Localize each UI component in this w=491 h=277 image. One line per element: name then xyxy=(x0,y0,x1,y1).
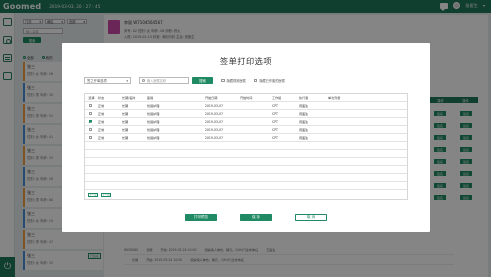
cell-group: CPT xyxy=(272,111,278,116)
pagination: 上一页 下一页 xyxy=(88,193,111,197)
next-page-button[interactable]: 下一页 xyxy=(101,193,111,197)
col-start-time: 开始时间 xyxy=(240,96,253,100)
orders-table: 选择 状态 长期/临时 医嘱 开始日期 开始时间 工作组 执行者 单次剂量 正常… xyxy=(84,93,408,200)
cell-order: 优级护理 xyxy=(147,128,160,132)
print-options-dialog: 签单打印选项 签之开单选项 ▾ 输入医嘱名称 搜索 隐藏规则医嘱 隐藏已作废的医… xyxy=(62,43,430,232)
table-body: 正常 长期 优级护理 2019-03-07 CPT 周医生 正常 长期 优级护理 2019-03-… xyxy=(85,102,407,190)
col-status: 状态 xyxy=(98,96,105,100)
cell-kind: 长期 xyxy=(122,128,129,132)
table-header: 选择 状态 长期/临时 医嘱 开始日期 开始时间 工作组 执行者 单次剂量 xyxy=(85,94,407,102)
chevron-down-icon: ▾ xyxy=(126,78,128,83)
cell-kind: 长期 xyxy=(122,104,129,108)
table-row[interactable]: 正常 长期 优级护理 2019-03-07 CPT 周医生 xyxy=(85,102,407,110)
cell-kind: 长期 xyxy=(122,120,129,124)
cell-executor: 周医生 xyxy=(299,120,309,124)
cell-group: CPT xyxy=(272,127,278,132)
cell-date: 2019-03-07 xyxy=(205,119,223,124)
col-dose: 单次剂量 xyxy=(328,96,341,100)
dialog-filters: 签之开单选项 ▾ 输入医嘱名称 搜索 隐藏规则医嘱 隐藏已作废的医嘱 xyxy=(84,77,285,84)
cell-status: 正常 xyxy=(98,112,105,116)
confirm-button[interactable]: 保 存 xyxy=(240,214,272,221)
col-select: 选择 xyxy=(88,96,95,100)
table-row xyxy=(85,142,407,150)
row-checkbox[interactable] xyxy=(85,111,97,116)
cell-order: 优级护理 xyxy=(147,136,160,140)
search-icon xyxy=(142,79,145,82)
order-option-select[interactable]: 签之开单选项 ▾ xyxy=(84,77,131,84)
cell-order: 优级护理 xyxy=(147,104,160,108)
cell-order: 优级护理 xyxy=(147,120,160,124)
table-row xyxy=(85,166,407,174)
table-row xyxy=(85,150,407,158)
col-order: 医嘱 xyxy=(147,96,154,100)
cell-kind: 长期 xyxy=(122,136,129,140)
row-checkbox[interactable] xyxy=(85,119,97,124)
col-group: 工作组 xyxy=(272,96,282,100)
cell-executor: 周医生 xyxy=(299,104,309,108)
table-row[interactable]: 正常 长期 优级护理 2019-03-07 CPT 周医生 xyxy=(85,110,407,118)
dialog-actions: 打印预览 保 存 取 消 xyxy=(62,214,430,221)
col-executor: 执行者 xyxy=(299,96,309,100)
print-preview-button[interactable]: 打印预览 xyxy=(185,214,217,221)
table-row[interactable]: 正常 长期 优级护理 2019-03-07 CPT 周医生 xyxy=(85,126,407,134)
table-row xyxy=(85,182,407,190)
col-start-date: 开始日期 xyxy=(205,96,218,100)
cancel-button[interactable]: 取 消 xyxy=(295,214,327,221)
cell-group: CPT xyxy=(272,103,278,108)
hide-rule-orders-checkbox[interactable]: 隐藏规则医嘱 xyxy=(221,78,246,83)
cell-executor: 周医生 xyxy=(299,136,309,140)
hide-voided-orders-checkbox[interactable]: 隐藏已作废的医嘱 xyxy=(253,78,285,83)
order-search-button[interactable]: 搜索 xyxy=(192,77,213,84)
cell-date: 2019-03-07 xyxy=(205,103,223,108)
cell-status: 正常 xyxy=(98,104,105,108)
cell-executor: 周医生 xyxy=(299,128,309,132)
cell-status: 正常 xyxy=(98,128,105,132)
cell-kind: 长期 xyxy=(122,112,129,116)
order-search-input[interactable]: 输入医嘱名称 xyxy=(139,77,189,84)
cell-status: 正常 xyxy=(98,136,105,140)
row-checkbox[interactable] xyxy=(85,135,97,140)
row-checkbox[interactable] xyxy=(85,127,97,132)
row-checkbox[interactable] xyxy=(85,103,97,108)
table-row[interactable]: 正常 长期 优级护理 2019-03-07 CPT 周医生 xyxy=(85,134,407,142)
cell-status: 正常 xyxy=(98,120,105,124)
table-row[interactable]: 正常 长期 优级护理 2019-03-07 CPT 周医生 xyxy=(85,118,407,126)
prev-page-button[interactable]: 上一页 xyxy=(88,193,98,197)
cell-executor: 周医生 xyxy=(299,112,309,116)
col-kind: 长期/临时 xyxy=(122,96,136,100)
cell-date: 2019-03-07 xyxy=(205,135,223,140)
cell-date: 2019-03-07 xyxy=(205,127,223,132)
cell-order: 优级护理 xyxy=(147,112,160,116)
table-row xyxy=(85,158,407,166)
dialog-title: 签单打印选项 xyxy=(219,56,273,66)
cell-group: CPT xyxy=(272,119,278,124)
cell-group: CPT xyxy=(272,135,278,140)
cell-date: 2019-03-07 xyxy=(205,111,223,116)
table-row xyxy=(85,174,407,182)
